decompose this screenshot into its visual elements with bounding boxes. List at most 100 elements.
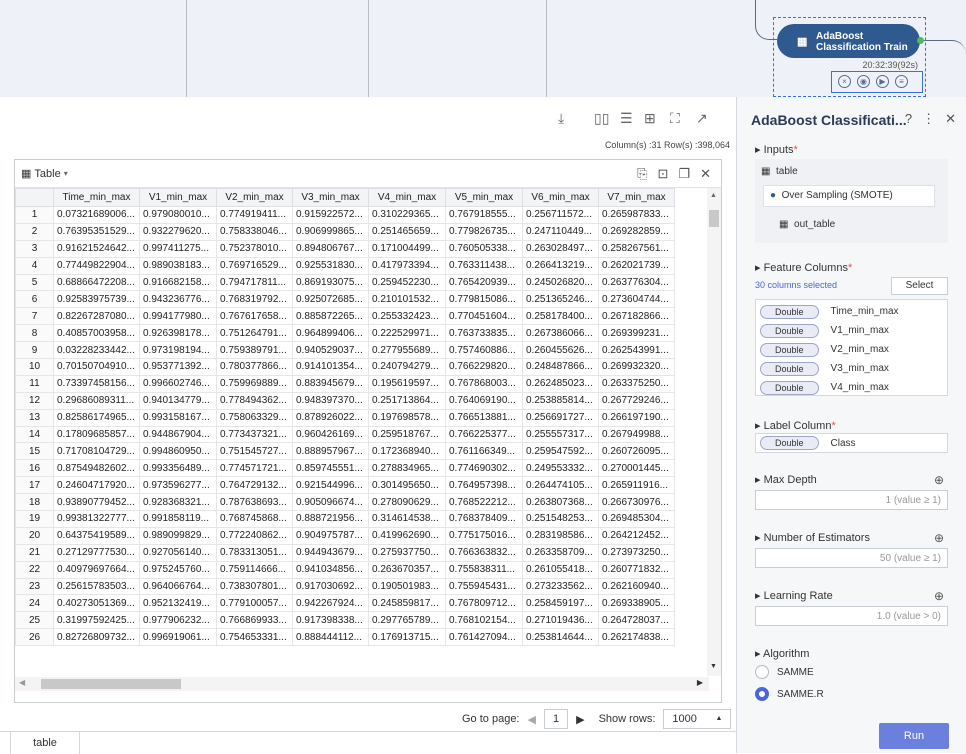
table-row[interactable]: 7 0.82267287080... 0.994177980... 0.7676176… [15,307,675,326]
globe-icon[interactable]: ⊕ [934,473,944,487]
next-page-icon[interactable]: ▶ [576,713,584,726]
table-selector[interactable]: ▦ Table ▾ [21,167,68,181]
select-button[interactable]: Select [891,277,948,295]
estimators-section[interactable]: ▸ Number of Estimators [755,531,870,544]
scroll-down-icon[interactable]: ▼ [710,663,717,670]
feature-item[interactable]: Double V4_min_max [758,378,945,397]
table-row[interactable]: 21 0.27129777530... 0.927056140... 0.783313… [15,543,675,562]
rows-view-icon[interactable]: ☰ [620,110,633,126]
table-row[interactable]: 18 0.93890779452... 0.928368321... 0.787638… [15,493,675,512]
feature-item[interactable]: Double V2_min_max [758,340,945,359]
max-depth-section[interactable]: ▸ Max Depth [755,473,817,486]
column-header[interactable]: V5_min_max [445,188,523,207]
table-cell: 0.751545727... [216,442,293,461]
column-header[interactable]: V6_min_max [522,188,599,207]
scroll-thumb[interactable] [41,679,181,689]
table-row[interactable]: 4 0.77449822904... 0.989038183... 0.7697165… [15,256,675,275]
feature-item[interactable]: Double V3_min_max [758,359,945,378]
feature-item[interactable]: Double Time_min_max [758,302,945,321]
more-icon[interactable]: ⋮ [922,111,935,127]
table-row[interactable]: 13 0.82586174965... 0.993158167... 0.758063… [15,408,675,427]
table-row[interactable]: 23 0.25615783503... 0.964066764... 0.738307… [15,577,675,596]
table-row[interactable]: 19 0.99381322777... 0.991858119... 0.768745… [15,510,675,528]
table-row[interactable]: 3 0.91621524642... 0.997411275... 0.7523780… [15,239,675,258]
column-header[interactable]: V4_min_max [368,188,446,207]
log-icon[interactable]: ≡ [895,75,908,88]
prev-page-icon[interactable]: ◀ [528,713,536,726]
scroll-thumb[interactable] [709,210,719,227]
radio-samme[interactable]: SAMME [755,665,814,679]
table-row[interactable]: 9 0.03228233442... 0.973198194... 0.7593897… [15,341,675,360]
max-depth-input[interactable]: 1 (value ≥ 1) [755,490,948,510]
vertical-scrollbar[interactable]: ▲ ▼ [707,188,721,676]
columns-view-icon[interactable]: ▯▯ [594,110,609,126]
source-node[interactable]: ● Over Sampling (SMOTE) [763,185,935,207]
learning-rate-section[interactable]: ▸ Learning Rate [755,589,833,602]
tab-table[interactable]: table [10,732,80,754]
scroll-up-icon[interactable]: ▲ [710,192,717,199]
table-row[interactable]: 10 0.70150704910... 0.953771392... 0.780377… [15,358,675,376]
help-icon[interactable]: ? [905,111,912,127]
chart-icon[interactable]: ⊡ [658,166,669,182]
table-row[interactable]: 1 0.07321689006... 0.979080010... 0.7749194… [15,206,675,224]
table-row[interactable]: 12 0.29686089311... 0.940134779... 0.778494… [15,391,675,410]
table-cell: 0.245859817... [368,594,446,613]
expand-icon[interactable]: ⛶ [670,110,680,126]
run-icon[interactable]: ▶ [876,75,889,88]
globe-icon[interactable]: ⊕ [934,531,944,545]
stop-icon[interactable]: × [838,75,851,88]
horizontal-scrollbar[interactable]: ◀ ▶ [15,677,709,691]
learning-rate-input[interactable]: 1.0 (value > 0) [755,606,948,626]
column-header[interactable]: V2_min_max [216,188,293,207]
table-cell: 0.278834965... [368,459,446,478]
grid-view-icon[interactable]: ⊞ [644,110,656,126]
table-row[interactable]: 8 0.40857003958... 0.926398178... 0.7512647… [15,324,675,343]
table-row[interactable]: 25 0.31997592425... 0.977906232... 0.766869… [15,611,675,630]
view-icon[interactable]: ◉ [857,75,870,88]
export-icon[interactable]: ⎘ [637,166,647,182]
table-row[interactable]: 24 0.40273051369... 0.952132419... 0.779100… [15,594,675,613]
adaboost-train-node[interactable]: ▦ AdaBoost Classification Train [777,24,920,58]
scroll-right-icon[interactable]: ▶ [697,678,703,687]
popout-icon[interactable]: ↗ [696,110,708,126]
table-row[interactable]: 22 0.40979697664... 0.975245760... 0.759114… [15,560,675,579]
table-row[interactable]: 20 0.64375419589... 0.989099829... 0.772240… [15,526,675,545]
table-row[interactable]: 2 0.76395351529... 0.932279620... 0.7583380… [15,222,675,241]
table-cell: 0.262160940... [598,577,675,596]
table-row[interactable]: 5 0.68866472208... 0.916682158... 0.7947178… [15,273,675,292]
table-cell: 0.751264791... [216,324,293,343]
table-row[interactable]: 17 0.24604717920... 0.973596277... 0.764729… [15,476,675,495]
column-header[interactable]: V7_min_max [598,188,675,207]
column-header[interactable]: V3_min_max [292,188,369,207]
copy-icon[interactable]: ❐ [678,166,690,182]
scroll-left-icon[interactable]: ◀ [19,678,25,687]
output-port[interactable] [917,37,924,44]
feature-columns-section[interactable]: ▸ Feature Columns* [755,261,852,274]
table-row[interactable]: 6 0.92583975739... 0.943236776... 0.7683197… [15,290,675,309]
download-icon[interactable]: ⤓ [558,110,564,126]
radio-samme-r[interactable]: SAMME.R [755,687,824,701]
estimators-input[interactable]: 50 (value ≥ 1) [755,548,948,568]
label-column-section[interactable]: ▸ Label Column* [755,419,836,432]
table-cell: 0.758338046... [216,222,293,241]
globe-icon[interactable]: ⊕ [934,589,944,603]
close-icon[interactable]: ✕ [945,111,956,127]
close-icon[interactable]: ✕ [700,166,711,182]
table-row[interactable]: 16 0.87549482602... 0.993356489... 0.774571… [15,459,675,478]
column-header[interactable]: V1_min_max [139,188,217,207]
table-row[interactable]: 14 0.17809685857... 0.944867904... 0.773437… [15,425,675,444]
rows-select[interactable]: 1000 ▲ [663,709,732,729]
run-button[interactable]: Run [879,723,949,749]
feature-item[interactable]: Double V1_min_max [758,321,945,340]
inputs-section[interactable]: ▸ Inputs* [755,143,798,156]
table-cell: 0.993356489... [139,459,217,478]
table-row[interactable]: 26 0.82726809732... 0.996919061... 0.754653… [15,628,675,647]
table-row[interactable]: 15 0.71708104729... 0.994860950... 0.751545… [15,442,675,461]
workflow-canvas[interactable]: ▦ AdaBoost Classification Train 20:32:39… [0,0,966,97]
label-column-box[interactable]: Double Class [755,433,948,453]
table-cell: 0.757460886... [445,341,523,360]
algorithm-section[interactable]: ▸ Algorithm [755,647,809,660]
page-input[interactable]: 1 [543,709,569,729]
column-header[interactable]: Time_min_max [53,188,140,207]
table-row[interactable]: 11 0.73397458156... 0.996602746... 0.759969… [15,374,675,393]
